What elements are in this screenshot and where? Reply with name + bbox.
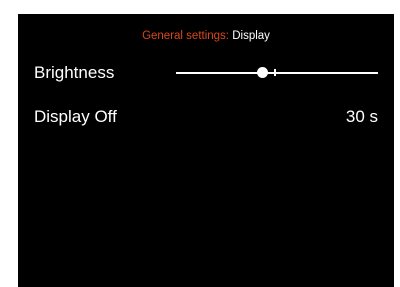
slider-track xyxy=(176,72,378,74)
brightness-slider[interactable] xyxy=(176,58,378,88)
menu-header: General settings: Display xyxy=(18,29,394,43)
slider-default-marker xyxy=(274,69,276,76)
setting-row-brightness[interactable]: Brightness xyxy=(34,58,378,88)
camera-menu-screen: General settings: Display Brightness Dis… xyxy=(18,14,394,287)
setting-row-display-off[interactable]: Display Off 30 s xyxy=(34,102,378,132)
display-off-label: Display Off xyxy=(34,107,117,126)
breadcrumb-path: General settings: xyxy=(142,30,229,42)
breadcrumb-current: Display xyxy=(232,30,270,42)
brightness-label: Brightness xyxy=(34,63,115,82)
display-off-value: 30 s xyxy=(345,107,378,126)
slider-thumb[interactable] xyxy=(257,67,269,78)
